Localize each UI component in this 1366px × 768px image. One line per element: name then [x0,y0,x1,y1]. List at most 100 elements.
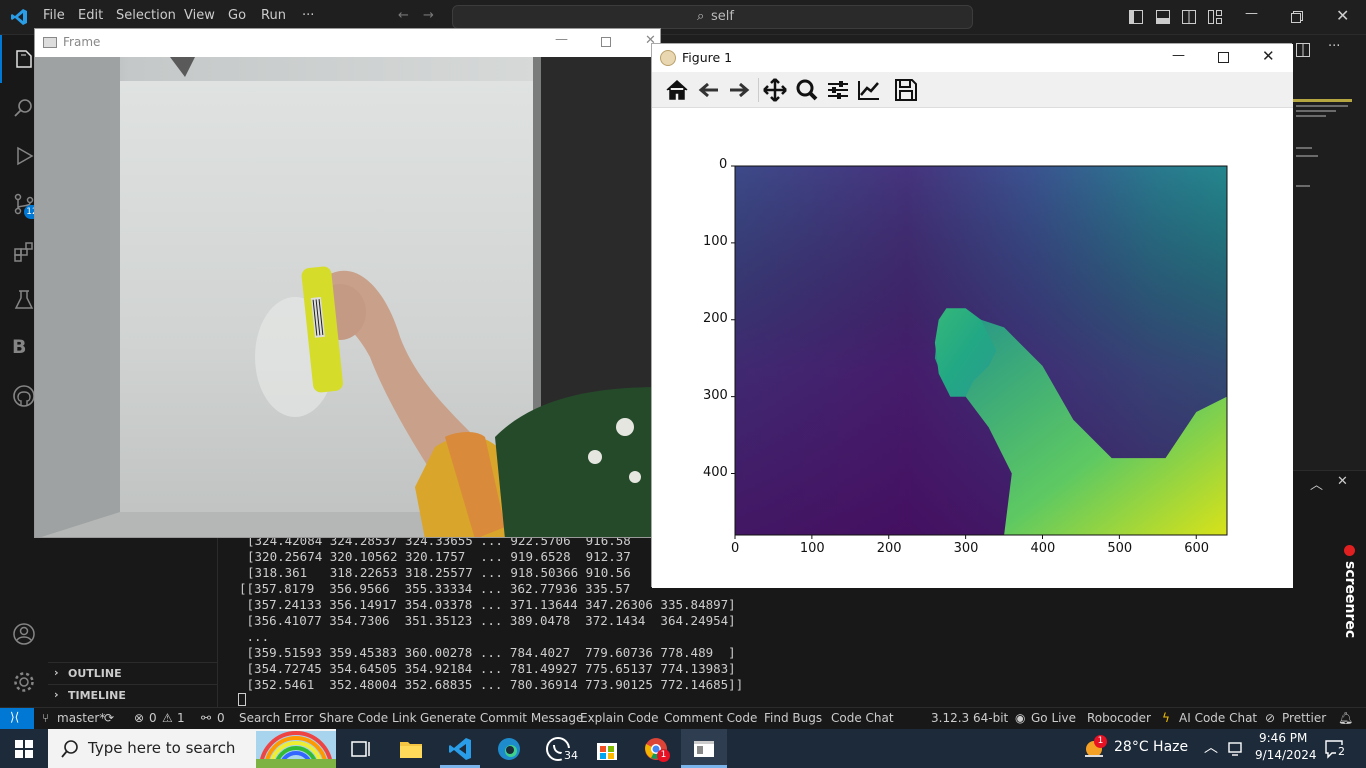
terminal-line: [[357.8179 356.9566 355.33334 ... 362.77… [239,581,631,596]
task-view-icon[interactable] [348,736,374,762]
x-tick-label: 600 [1184,541,1210,556]
explorer-icon[interactable] [12,48,36,72]
frame-titlebar[interactable]: Frame — ✕ [35,29,660,57]
status-code-chat[interactable]: Code Chat [831,711,894,725]
menu-run[interactable]: Run [261,8,286,23]
x-tick-label: 300 [953,541,979,556]
status-explain-code[interactable]: Explain Code [580,711,658,725]
maximize-panel-icon[interactable]: ︿ [1310,474,1323,493]
close-icon[interactable]: ✕ [1262,47,1275,65]
warning-count[interactable]: 1 [177,711,185,725]
close-icon[interactable]: ✕ [1336,6,1349,25]
minimap[interactable] [1292,95,1352,205]
status-find-bugs[interactable]: Find Bugs [764,711,822,725]
restore-icon[interactable] [1291,11,1303,23]
sync-icon[interactable]: ⟳ [104,711,114,725]
outline-section[interactable]: › OUTLINE [48,662,217,684]
taskbar-search-placeholder: Type here to search [88,739,236,757]
screenrec-tab[interactable]: screenrec [1340,545,1360,638]
error-count[interactable]: 0 [149,711,157,725]
configure-subplots-icon[interactable] [825,78,851,102]
nav-forward-icon[interactable]: → [423,8,434,23]
github-icon[interactable] [12,384,36,408]
webcam-image [35,57,660,537]
prettier-button[interactable]: Prettier [1282,711,1326,725]
home-icon[interactable] [664,78,690,102]
extensions-icon[interactable] [12,240,36,264]
testing-icon[interactable] [12,288,36,312]
terminal-line: [352.5461 352.48004 352.68835 ... 780.36… [239,677,744,692]
toggle-secondary-sidebar-icon[interactable] [1182,10,1196,24]
ai-code-chat-button[interactable]: AI Code Chat [1179,711,1257,725]
maximize-icon[interactable] [1218,52,1229,63]
menu-selection[interactable]: Selection [116,8,176,23]
forward-icon[interactable] [726,78,752,102]
go-live-button[interactable]: Go Live [1031,711,1076,725]
terminal-line: [359.51593 359.45383 360.00278 ... 784.4… [239,645,736,660]
network-icon[interactable] [1228,740,1246,758]
menu-more[interactable]: ··· [302,8,314,23]
robocoder-button[interactable]: Robocoder [1087,711,1151,725]
window-app-icon [43,37,57,48]
minimize-icon[interactable]: — [555,32,568,47]
status-search-error[interactable]: Search Error [239,711,313,725]
chrome-badge: 1 [657,749,670,762]
figure-window[interactable]: Figure 1 — ✕ 0 100 200 300 400 500 600 0… [651,43,1293,588]
customize-layout-icon[interactable] [1208,10,1222,24]
pan-icon[interactable] [762,78,788,102]
split-editor-icon[interactable] [1296,43,1310,57]
figure-titlebar[interactable]: Figure 1 — ✕ [652,44,1293,72]
remote-indicator[interactable]: ⟩⟨ [0,708,34,730]
edit-axis-icon[interactable] [856,78,882,102]
y-tick-label: 0 [719,157,728,172]
depth-heatmap[interactable] [652,108,1293,588]
ports-count[interactable]: 0 [217,711,225,725]
store-icon[interactable] [594,736,620,762]
weather-text[interactable]: 28°C Haze [1114,739,1188,755]
menu-view[interactable]: View [184,8,215,23]
python-version[interactable]: 3.12.3 64-bit [931,711,1008,725]
edge-icon[interactable] [496,736,522,762]
save-icon[interactable] [893,78,919,102]
weather-badge: 1 [1094,735,1107,748]
terminal-line: [318.361 318.22653 318.25577 ... 918.503… [247,565,631,580]
broadcast-icon: ◉ [1015,711,1026,725]
windows-start-icon[interactable] [15,740,33,758]
menu-file[interactable]: File [43,8,65,23]
command-center-search[interactable]: ⌕ self [452,5,973,29]
toggle-panel-icon[interactable] [1156,10,1170,24]
run-debug-icon[interactable] [12,144,36,168]
close-panel-icon[interactable]: ✕ [1337,474,1348,489]
zoom-icon[interactable] [794,78,820,102]
plot-area[interactable]: 0 100 200 300 400 500 600 0 100 200 300 400 [652,108,1293,588]
show-hidden-icons-chevron-icon[interactable]: ︿ [1204,737,1218,757]
search-icon[interactable] [12,96,36,120]
clock-date[interactable]: 9/14/2024 [1255,748,1317,762]
minimize-icon[interactable]: — [1172,48,1185,63]
toggle-sidebar-icon[interactable] [1129,10,1143,24]
menu-go[interactable]: Go [228,8,246,23]
bell-icon[interactable]: 🔔︎ [1338,711,1353,725]
file-explorer-icon[interactable] [398,736,424,762]
minimize-icon[interactable]: — [1245,6,1258,21]
status-comment-code[interactable]: Comment Code [664,711,757,725]
taskbar-search-box[interactable]: Type here to search [48,729,336,768]
python-window-icon[interactable] [691,736,717,762]
figure-toolbar [652,72,1293,108]
vscode-taskbar-icon[interactable] [447,736,473,762]
command-center-text: self [711,9,734,24]
more-actions-icon[interactable]: ··· [1328,39,1340,54]
manage-gear-icon[interactable] [12,670,36,694]
back-icon[interactable] [696,78,722,102]
status-generate-commit[interactable]: Generate Commit Message [420,711,583,725]
maximize-icon[interactable] [601,37,611,47]
nav-back-icon[interactable]: ← [398,8,409,23]
branch-name[interactable]: master* [57,711,105,725]
timeline-section[interactable]: › TIMELINE [48,684,217,706]
accounts-icon[interactable] [12,622,36,646]
blackbox-icon[interactable]: B [12,336,36,360]
status-share-code-link[interactable]: Share Code Link [319,711,417,725]
menu-edit[interactable]: Edit [78,8,103,23]
frame-window[interactable]: Frame — ✕ [34,28,661,538]
clock-time[interactable]: 9:46 PM [1259,731,1307,745]
